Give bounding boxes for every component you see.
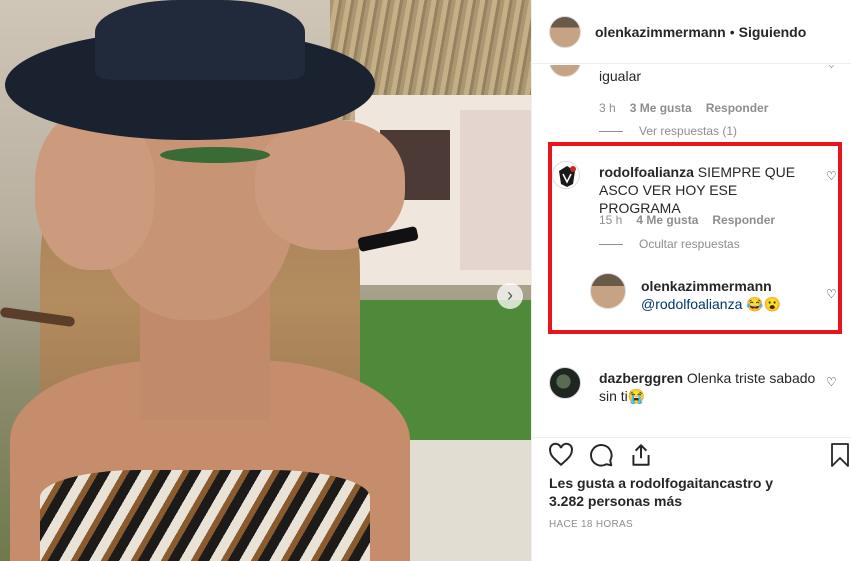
view-replies-label: Ver respuestas (1): [639, 124, 738, 138]
photo-bikini: [40, 470, 370, 561]
avatar[interactable]: [549, 367, 581, 399]
separator-dot: •: [729, 23, 735, 40]
reply-button[interactable]: Responder: [706, 101, 769, 115]
comment-item: igualar ♡ 3 h 3 Me gusta Responder Ver r…: [532, 65, 851, 141]
replies-divider-line: [599, 130, 623, 132]
heart-icon[interactable]: ♡: [826, 287, 837, 301]
post-panel: olenkazimmermann • Siguiendo igualar ♡ 3…: [531, 0, 851, 561]
heart-icon[interactable]: ♡: [826, 65, 837, 71]
reply-username[interactable]: olenkazimmermann: [641, 277, 821, 295]
follow-status-button[interactable]: Siguiendo: [739, 24, 807, 40]
comment-username[interactable]: dazberggren: [599, 370, 683, 386]
share-icon[interactable]: [628, 442, 656, 470]
comment-item: rodolfoalianza SIEMPRE QUE ASCO VER HOY …: [532, 157, 851, 347]
likes-line: Les gusta a rodolfogaitancastro y: [549, 475, 774, 491]
header-username[interactable]: olenkazimmermann: [595, 24, 726, 40]
likes-summary[interactable]: Les gusta a rodolfogaitancastro y 3.282 …: [549, 474, 799, 510]
heart-icon[interactable]: ♡: [826, 169, 837, 183]
photo-hand-right: [255, 120, 405, 250]
avatar[interactable]: [590, 273, 626, 309]
heart-icon[interactable]: ♡: [826, 375, 837, 389]
chevron-right-icon[interactable]: ›: [497, 283, 523, 309]
post-timestamp[interactable]: HACE 18 HORAS: [549, 519, 633, 530]
club-logo-icon: [559, 166, 576, 187]
comment-text: dazberggren Olenka triste sabado sin ti😭: [599, 369, 819, 405]
post-photo[interactable]: ›: [0, 0, 531, 561]
hide-replies-button[interactable]: Ocultar respuestas: [599, 237, 740, 251]
photo-bg-wall: [460, 110, 531, 270]
post-header: olenkazimmermann • Siguiendo: [532, 0, 851, 64]
avatar[interactable]: [552, 161, 580, 189]
comment-meta: 3 h 3 Me gusta Responder: [599, 101, 768, 115]
comment-text: rodolfoalianza SIEMPRE QUE ASCO VER HOY …: [599, 163, 819, 217]
comment-likes[interactable]: 3 Me gusta: [630, 101, 692, 115]
heart-icon[interactable]: [548, 442, 576, 470]
comment-time[interactable]: 15 h: [599, 213, 622, 227]
view-replies-button[interactable]: Ver respuestas (1): [599, 124, 737, 138]
hide-replies-label: Ocultar respuestas: [639, 237, 740, 251]
likes-line: 3.282 personas más: [549, 493, 683, 509]
comments-list[interactable]: igualar ♡ 3 h 3 Me gusta Responder Ver r…: [532, 65, 851, 437]
comment-time[interactable]: 3 h: [599, 101, 616, 115]
comment-meta: 15 h 4 Me gusta Responder: [599, 213, 775, 227]
reply-item: olenkazimmermann @rodolfoalianza 😂😮 ♡: [590, 269, 851, 329]
avatar[interactable]: [549, 65, 581, 77]
photo-hat-crown: [95, 0, 305, 80]
photo-bg-deck: [390, 440, 531, 561]
comment-username[interactable]: rodolfoalianza: [599, 164, 694, 180]
comment-icon[interactable]: [588, 442, 616, 470]
photo-grass-mustache: [160, 147, 270, 163]
reply-body: @rodolfoalianza 😂😮: [641, 296, 782, 312]
post-actions: Les gusta a rodolfogaitancastro y 3.282 …: [532, 437, 851, 561]
comment-item: dazberggren Olenka triste sabado sin ti😭…: [532, 365, 851, 437]
reply-text: olenkazimmermann @rodolfoalianza 😂😮: [641, 277, 821, 313]
avatar[interactable]: [549, 15, 581, 48]
comment-text: igualar: [599, 68, 642, 84]
comment-likes[interactable]: 4 Me gusta: [636, 213, 698, 227]
bookmark-icon[interactable]: [828, 442, 851, 470]
reply-button[interactable]: Responder: [712, 213, 775, 227]
replies-divider-line: [599, 243, 623, 245]
